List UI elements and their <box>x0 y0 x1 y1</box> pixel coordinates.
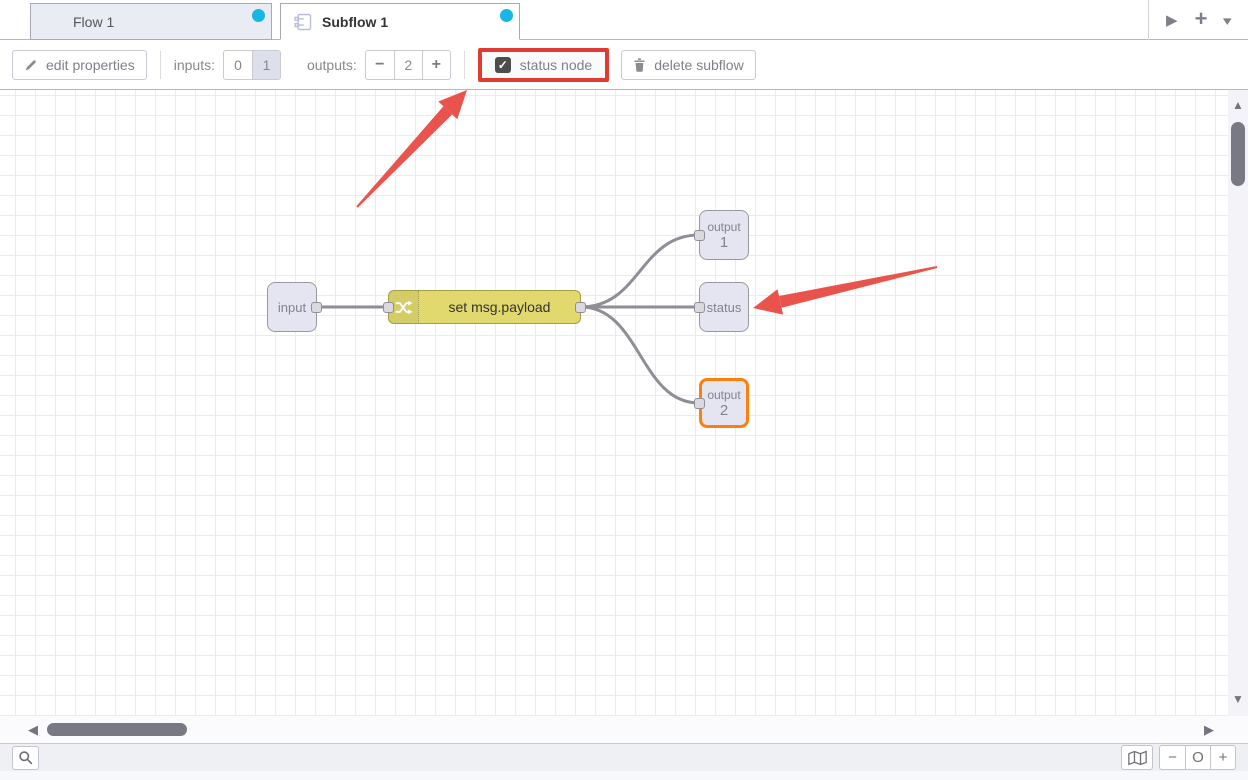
search-flows-button[interactable] <box>12 746 39 770</box>
inputs-option-0[interactable]: 0 <box>224 51 252 79</box>
zoom-out-button[interactable]: − <box>1160 746 1185 769</box>
zoom-controls: − O + <box>1121 745 1236 770</box>
port-output2-in[interactable] <box>694 398 705 409</box>
wire-change-to-output2[interactable] <box>581 307 699 403</box>
change-node-label: set msg.payload <box>419 291 580 323</box>
status-node-label: status node <box>520 57 592 73</box>
unsaved-changes-dot <box>252 9 265 22</box>
inputs-toggle: 0 1 <box>223 50 281 80</box>
edit-properties-button[interactable]: edit properties <box>12 50 147 80</box>
tab-flow-1[interactable]: Flow 1 <box>30 3 272 40</box>
flow-canvas[interactable]: input set msg.payload output 1 status ou… <box>0 90 1228 716</box>
outputs-stepper: − 2 + <box>365 50 451 80</box>
outputs-label: outputs: <box>307 57 357 73</box>
tab-subflow-1-label: Subflow 1 <box>322 14 388 30</box>
inputs-label: inputs: <box>174 57 215 73</box>
workspace-footer: − O + <box>0 743 1248 771</box>
bottom-edge-strip <box>0 771 1248 780</box>
node-output1-number: 1 <box>720 234 728 251</box>
unsaved-changes-dot <box>500 9 513 22</box>
edit-properties-label: edit properties <box>46 57 135 73</box>
node-output2-label: output <box>707 388 740 402</box>
outputs-value[interactable]: 2 <box>394 51 422 79</box>
node-output1-label: output <box>707 220 740 234</box>
status-node-checkbox-checked[interactable]: ✓ <box>495 57 511 73</box>
delete-subflow-label: delete subflow <box>654 57 744 73</box>
outputs-decrease-button[interactable]: − <box>366 51 394 79</box>
port-status-in[interactable] <box>694 302 705 313</box>
map-icon <box>1128 750 1147 766</box>
node-subflow-status[interactable]: status <box>699 282 749 332</box>
scroll-left-icon[interactable]: ◀ <box>28 722 38 738</box>
port-change-in[interactable] <box>383 302 394 313</box>
node-subflow-output-2-selected[interactable]: output 2 <box>699 378 749 428</box>
scroll-up-icon[interactable]: ▲ <box>1228 98 1248 112</box>
node-output2-number: 2 <box>720 402 728 419</box>
zoom-button-group: − O + <box>1159 745 1236 770</box>
wire-change-to-output1[interactable] <box>581 235 699 307</box>
port-output1-in[interactable] <box>694 230 705 241</box>
zoom-reset-button[interactable]: O <box>1185 746 1210 769</box>
pencil-icon <box>24 58 38 72</box>
subflow-icon <box>293 12 313 32</box>
node-subflow-input[interactable]: input <box>267 282 317 332</box>
node-input-label: input <box>278 300 306 315</box>
node-change-set-msg-payload[interactable]: set msg.payload <box>388 290 581 324</box>
status-node-toggle-highlighted[interactable]: ✓ status node <box>478 48 609 82</box>
workspace-tab-bar: Flow 1 Subflow 1 ▶ + ▾ <box>0 0 1248 40</box>
subflow-toolbar: edit properties inputs: 0 1 outputs: − 2… <box>0 40 1248 90</box>
check-icon: ✓ <box>498 58 508 72</box>
trash-icon <box>633 58 646 72</box>
inputs-option-1[interactable]: 1 <box>252 51 280 79</box>
toolbar-separator <box>464 51 465 79</box>
horizontal-scrollbar[interactable]: ◀ ▶ <box>0 716 1248 743</box>
vertical-scroll-thumb[interactable] <box>1231 122 1245 186</box>
delete-subflow-button[interactable]: delete subflow <box>621 50 756 80</box>
node-subflow-output-1[interactable]: output 1 <box>699 210 749 260</box>
vertical-scrollbar[interactable]: ▲ ▼ <box>1228 90 1248 716</box>
zoom-in-button[interactable]: + <box>1210 746 1235 769</box>
tab-bar-controls: ▶ + ▾ <box>1148 0 1248 40</box>
node-status-label: status <box>707 300 742 315</box>
scroll-down-icon[interactable]: ▼ <box>1228 692 1248 706</box>
toggle-navigator-button[interactable] <box>1121 745 1153 770</box>
scroll-right-icon[interactable]: ▶ <box>1204 722 1214 738</box>
tab-flow-1-label: Flow 1 <box>73 14 114 30</box>
flow-list-chevron-down-icon[interactable]: ▾ <box>1223 14 1232 27</box>
toolbar-separator <box>160 51 161 79</box>
search-icon <box>18 750 33 765</box>
wire-layer <box>0 90 1228 716</box>
horizontal-scroll-thumb[interactable] <box>47 723 187 736</box>
tab-scroll-right-icon[interactable]: ▶ <box>1166 13 1178 28</box>
port-change-out[interactable] <box>575 302 586 313</box>
port-input-out[interactable] <box>311 302 322 313</box>
tab-subflow-1[interactable]: Subflow 1 <box>280 3 520 40</box>
outputs-increase-button[interactable]: + <box>422 51 450 79</box>
add-flow-button[interactable]: + <box>1195 8 1208 30</box>
